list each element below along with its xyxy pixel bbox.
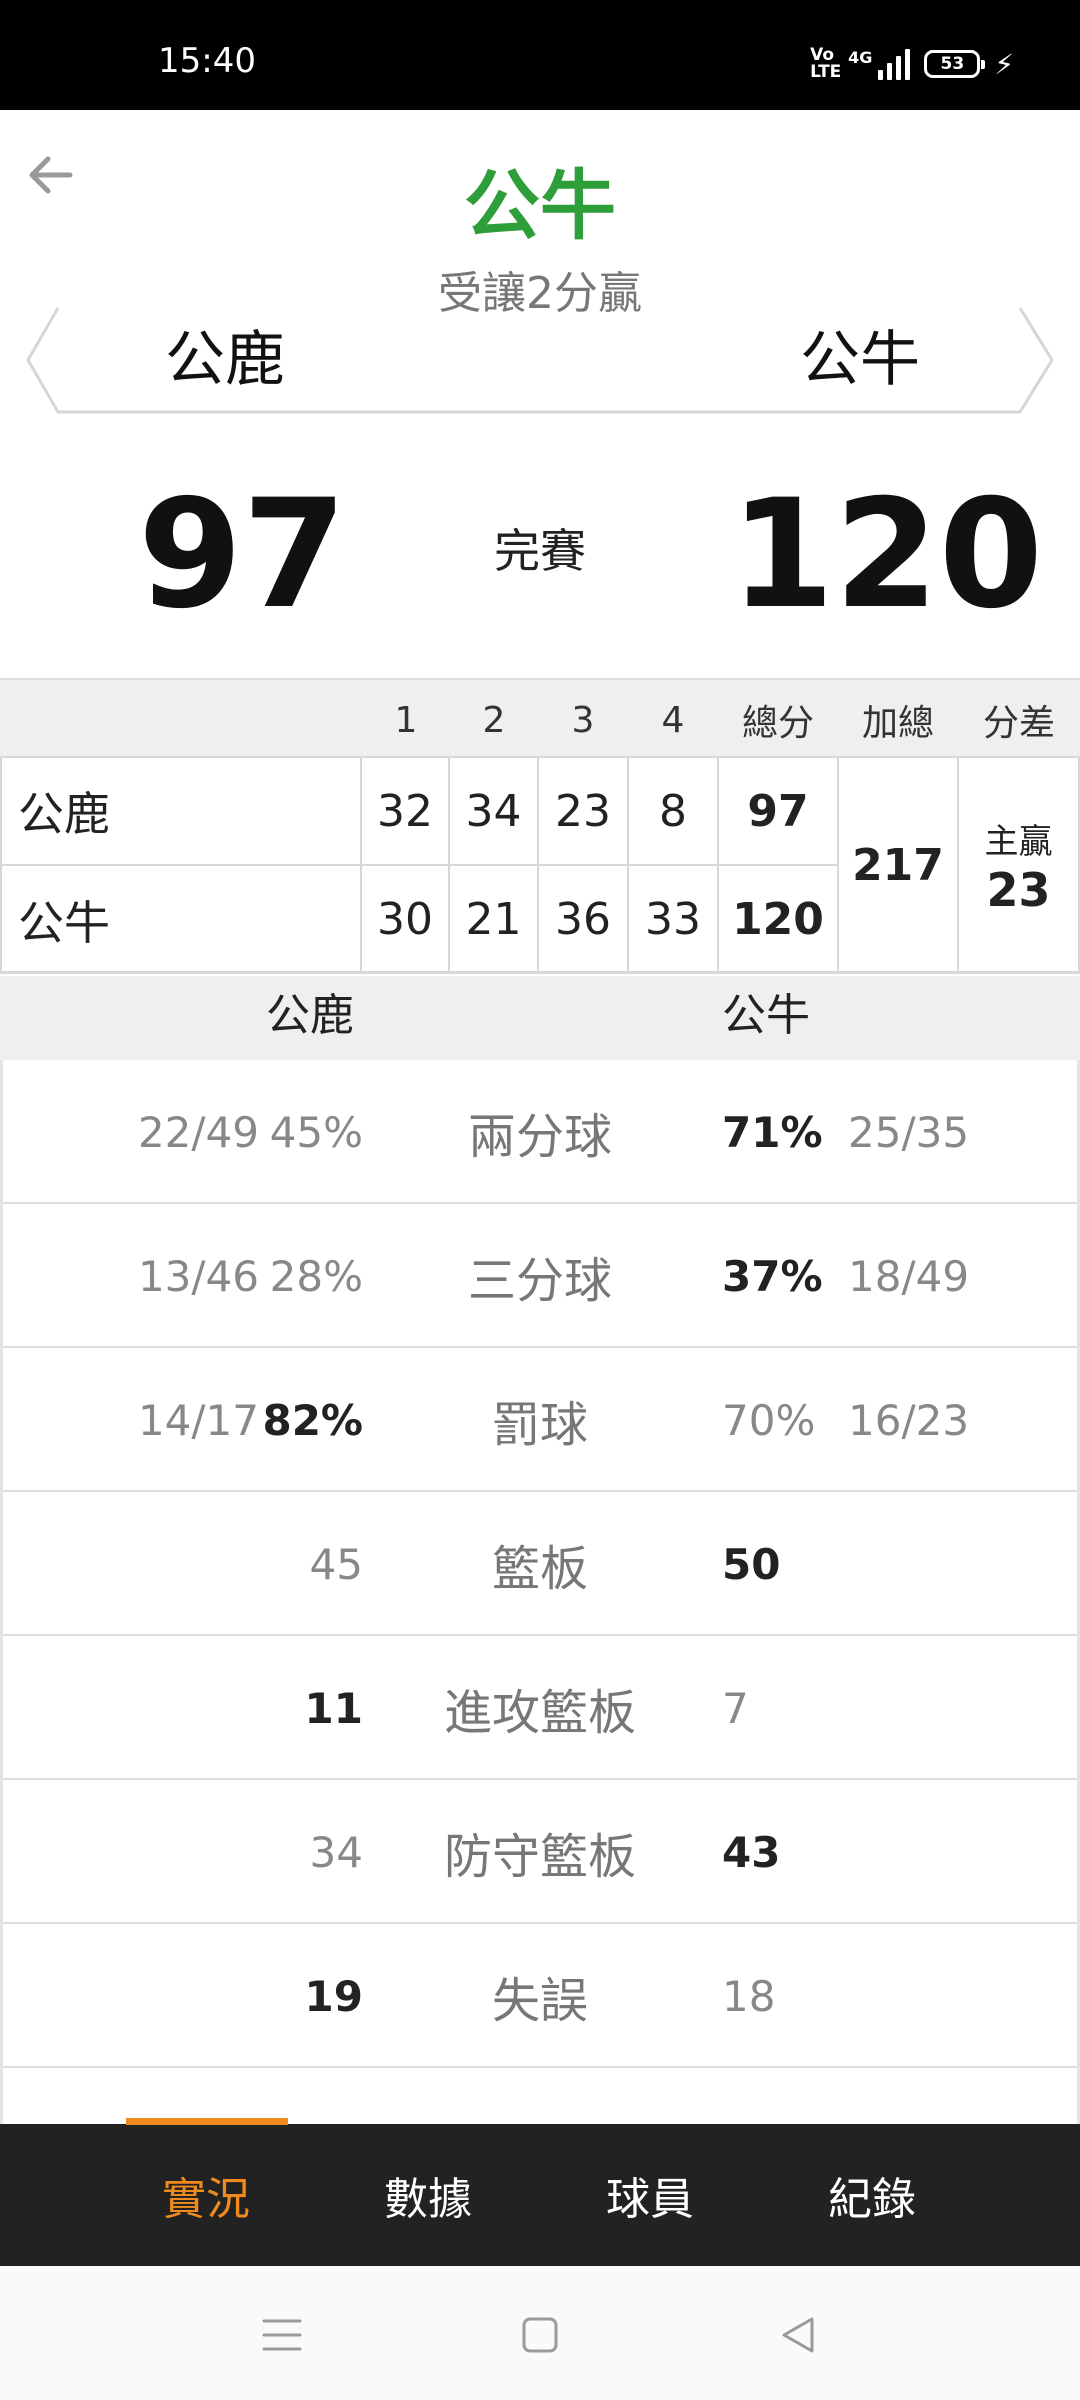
away-fraction: 14/17 bbox=[137, 1395, 259, 1445]
page-title: 公牛 bbox=[464, 161, 616, 250]
stat-row: 13/46 28% 三分球 37% 18/49 bbox=[3, 1204, 1077, 1348]
stat-label: 進攻籃板 bbox=[443, 1685, 636, 1741]
stat-row: 14/17 82% 罰球 70% 16/23 bbox=[3, 1348, 1077, 1492]
stats-comparison-list[interactable]: 22/49 45% 兩分球 71% 25/35 13/46 28% 三分球 37… bbox=[0, 1060, 1080, 2124]
away-fraction: 13/46 bbox=[137, 1251, 259, 1301]
stat-label: 罰球 bbox=[491, 1397, 588, 1453]
col-q3: 3 bbox=[571, 699, 595, 741]
home-fraction: 25/35 bbox=[848, 1107, 970, 1157]
quarter-score: 33 bbox=[645, 894, 701, 945]
away-team-name[interactable]: 公鹿 bbox=[165, 330, 285, 390]
quarter-table: 公鹿 32 34 23 8 97 公牛 30 21 36 33 120 217 … bbox=[0, 756, 1080, 974]
quarter-score: 23 bbox=[555, 785, 611, 837]
col-total: 總分 bbox=[741, 703, 814, 744]
signal-icon: 4G bbox=[848, 48, 911, 80]
quarter-score: 30 bbox=[377, 894, 433, 945]
stat-label: 籃板 bbox=[491, 1541, 588, 1597]
quarter-score: 21 bbox=[465, 894, 522, 945]
col-q4: 4 bbox=[661, 699, 685, 741]
stat-row: 22/49 45% 兩分球 71% 25/35 bbox=[3, 1060, 1077, 1204]
home-fraction: 16/23 bbox=[848, 1395, 970, 1445]
home-value: 50 bbox=[722, 1539, 781, 1589]
quarter-table-header: 1 2 3 4 總分 加總 分差 bbox=[0, 678, 1080, 758]
status-icons: Vo LTE 4G 53 ⚡ bbox=[810, 44, 1014, 84]
status-bar: 15:40 Vo LTE 4G 53 ⚡ bbox=[0, 0, 1080, 110]
home-fraction: 18/49 bbox=[848, 1251, 970, 1301]
col-q2: 2 bbox=[482, 699, 506, 741]
stat-row: 19 失誤 18 bbox=[3, 1924, 1077, 2068]
status-time: 15:40 bbox=[158, 41, 256, 81]
quarter-score: 34 bbox=[465, 785, 522, 837]
stat-row: 11 進攻籃板 7 bbox=[3, 1636, 1077, 1780]
home-value: 43 bbox=[722, 1827, 781, 1877]
battery-icon: 53 bbox=[924, 50, 986, 78]
quarter-row-team: 公牛 bbox=[18, 895, 110, 950]
charging-icon: ⚡ bbox=[994, 47, 1014, 81]
col-q1: 1 bbox=[394, 699, 418, 741]
home-value: 70% bbox=[722, 1395, 816, 1445]
tab-stats[interactable]: 數據 bbox=[318, 2124, 538, 2266]
tab-live[interactable]: 實況 bbox=[96, 2124, 316, 2266]
tab-players[interactable]: 球員 bbox=[540, 2124, 760, 2266]
comparison-home-team: 公牛 bbox=[722, 990, 810, 1041]
col-diff: 分差 bbox=[982, 703, 1055, 744]
quarter-row-team: 公鹿 bbox=[18, 787, 110, 841]
combined-total: 217 bbox=[852, 840, 944, 891]
battery-level: 53 bbox=[940, 54, 965, 74]
point-diff: 主贏 23 bbox=[959, 758, 1078, 973]
diff-value: 23 bbox=[986, 863, 1051, 917]
tab-records[interactable]: 紀錄 bbox=[762, 2124, 982, 2266]
volte-icon: Vo LTE bbox=[810, 45, 842, 82]
col-sum: 加總 bbox=[861, 703, 934, 744]
home-score: 120 bbox=[730, 468, 1044, 642]
network-type: 4G bbox=[848, 48, 873, 67]
comparison-header bbox=[0, 976, 1080, 1060]
stat-label: 兩分球 bbox=[467, 1109, 612, 1165]
stat-row: 34 防守籃板 43 bbox=[3, 1780, 1077, 1924]
comparison-away-team: 公鹿 bbox=[266, 990, 354, 1041]
menu-icon[interactable] bbox=[247, 2300, 317, 2370]
home-icon[interactable] bbox=[505, 2300, 575, 2370]
quarter-total: 97 bbox=[747, 785, 809, 837]
quarter-total: 120 bbox=[732, 894, 824, 945]
diff-label: 主贏 bbox=[984, 822, 1053, 862]
home-value: 7 bbox=[722, 1683, 749, 1733]
stat-label: 三分球 bbox=[467, 1253, 612, 1309]
stat-row: 45 籃板 50 bbox=[3, 1492, 1077, 1636]
stat-label: 防守籃板 bbox=[443, 1829, 636, 1885]
home-value: 18 bbox=[722, 1971, 776, 2021]
stat-label: 失誤 bbox=[491, 1973, 588, 2029]
back-triangle-icon[interactable] bbox=[763, 2300, 833, 2370]
home-team-name[interactable]: 公牛 bbox=[800, 330, 920, 390]
home-value: 71% bbox=[722, 1107, 823, 1157]
quarter-score: 32 bbox=[377, 785, 433, 837]
away-fraction: 22/49 bbox=[137, 1107, 259, 1157]
home-value: 37% bbox=[722, 1251, 823, 1301]
quarter-score: 36 bbox=[555, 894, 611, 945]
quarter-score: 8 bbox=[659, 785, 687, 837]
